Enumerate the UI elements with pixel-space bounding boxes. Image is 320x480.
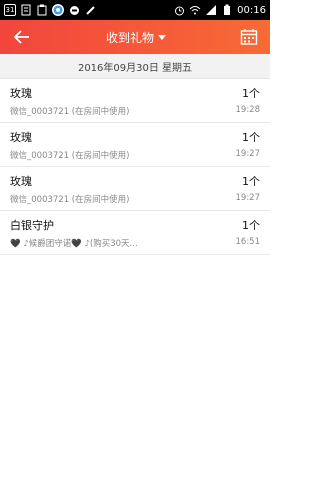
- status-left-icons: 31: [4, 4, 96, 16]
- date-text: 2016年09月30日 星期五: [77, 62, 193, 74]
- gift-sender: 微信_0003721 (在房间中使用): [10, 151, 130, 161]
- gift-list: 玫瑰 微信_0003721 (在房间中使用) 1个 19:28 玫瑰 微信_00…: [0, 79, 270, 255]
- gift-row[interactable]: 白银守护 🖤 ♪候爵团守诺🖤 ♪(购买30天... 1个 16:51: [0, 211, 270, 255]
- app-header: 收到礼物: [0, 20, 270, 54]
- status-bar: 31 00:16: [0, 0, 270, 20]
- gift-quantity: 1个: [242, 87, 260, 100]
- document-icon: [20, 4, 32, 16]
- title-dropdown[interactable]: 收到礼物: [106, 29, 166, 46]
- calendar-button[interactable]: [238, 26, 260, 48]
- page-title: 收到礼物: [105, 30, 154, 45]
- gift-time: 19:27: [235, 149, 261, 159]
- gift-row[interactable]: 玫瑰 微信_0003721 (在房间中使用) 1个 19:27: [0, 167, 270, 211]
- message-circle-icon: [68, 4, 80, 16]
- gift-time: 16:51: [235, 237, 261, 247]
- date-bar: 2016年09月30日 星期五: [0, 54, 270, 79]
- gift-name: 玫瑰: [10, 175, 32, 188]
- gift-quantity: 1个: [242, 175, 260, 188]
- caret-down-icon: [158, 35, 166, 40]
- calendar-notification-icon: 31: [4, 4, 16, 16]
- gift-row[interactable]: 玫瑰 微信_0003721 (在房间中使用) 1个 19:28: [0, 79, 270, 123]
- clipboard-icon: [36, 4, 48, 16]
- gift-name: 玫瑰: [10, 131, 32, 144]
- gift-time: 19:28: [235, 105, 261, 115]
- gift-row[interactable]: 玫瑰 微信_0003721 (在房间中使用) 1个 19:27: [0, 123, 270, 167]
- gift-quantity: 1个: [242, 131, 260, 144]
- gift-sender: 微信_0003721 (在房间中使用): [10, 195, 130, 205]
- back-button[interactable]: [10, 25, 34, 49]
- signal-icon: [205, 4, 217, 16]
- gift-sender: 微信_0003721 (在房间中使用): [10, 107, 130, 117]
- alarm-icon: [173, 4, 185, 16]
- calendar-icon: [240, 29, 258, 45]
- battery-icon: [221, 4, 233, 16]
- gift-name: 玫瑰: [10, 87, 32, 100]
- status-right-icons: 00:16: [173, 4, 266, 16]
- pencil-icon: [84, 4, 96, 16]
- gift-time: 19:27: [235, 193, 261, 203]
- back-arrow-icon: [13, 30, 29, 44]
- gift-name: 白银守护: [10, 219, 54, 232]
- wifi-icon: [189, 4, 201, 16]
- status-time: 00:16: [237, 4, 266, 16]
- gift-sender: 🖤 ♪候爵团守诺🖤 ♪(购买30天...: [10, 239, 138, 249]
- gift-quantity: 1个: [242, 219, 260, 232]
- app-circle-icon: [52, 4, 64, 16]
